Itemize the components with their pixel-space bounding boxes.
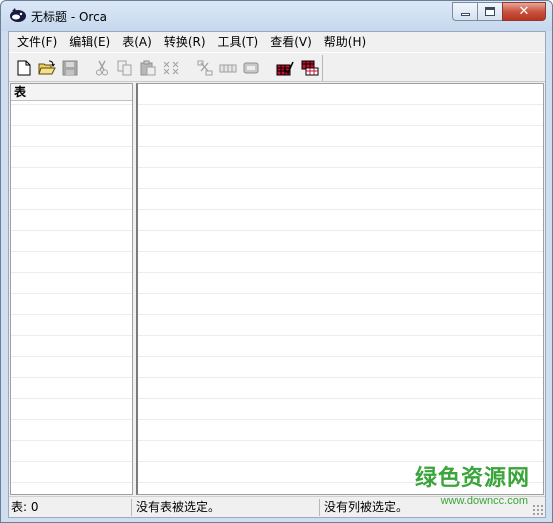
menu-file[interactable]: 文件(F)	[11, 32, 63, 52]
new-button[interactable]	[15, 59, 33, 77]
client-area: 文件(F) 编辑(E) 表(A) 转换(R) 工具(T) 查看(V) 帮助(H)	[8, 31, 546, 518]
merge-module-button[interactable]	[301, 59, 319, 77]
status-table-selection: 没有表被选定。	[134, 499, 320, 516]
maximize-button[interactable]	[477, 2, 503, 21]
title-bar[interactable]: 无标题 - Orca ✕	[1, 1, 552, 31]
caption-buttons: ✕	[452, 2, 546, 22]
orca-app-icon[interactable]	[9, 7, 27, 23]
watermark-url: www.downcc.com	[440, 495, 528, 507]
close-icon: ✕	[518, 4, 530, 19]
paste-special-icon	[163, 61, 179, 75]
validate-button[interactable]	[276, 59, 294, 77]
paste-button[interactable]	[139, 59, 157, 77]
new-document-icon	[17, 60, 31, 76]
paste-icon	[140, 60, 156, 76]
tables-list-pane[interactable]: 表	[10, 83, 133, 495]
cut-button[interactable]	[93, 59, 111, 77]
status-table-count: 表: 0	[9, 499, 132, 516]
toolbar-group	[11, 55, 323, 81]
merge-module-icon	[301, 60, 319, 76]
save-button[interactable]	[61, 59, 79, 77]
menu-tables[interactable]: 表(A)	[116, 32, 158, 52]
watermark-logo: 绿色资源网	[414, 466, 530, 491]
copy-icon	[117, 60, 132, 76]
open-button[interactable]	[38, 59, 56, 77]
table-grid-pane[interactable]	[136, 83, 544, 495]
menu-edit[interactable]: 编辑(E)	[63, 32, 116, 52]
table-cut-button[interactable]	[196, 59, 214, 77]
window-title: 无标题 - Orca	[31, 10, 108, 24]
save-disk-icon	[62, 60, 78, 76]
table-cut-icon	[197, 60, 213, 76]
close-button[interactable]: ✕	[502, 2, 546, 21]
maximize-icon	[485, 7, 495, 16]
tables-list-header[interactable]: 表	[11, 84, 132, 101]
minimize-icon	[460, 13, 470, 16]
minimize-button[interactable]	[452, 2, 478, 21]
orca-window: 无标题 - Orca ✕ 文件(F) 编辑(E) 表(A) 转换(R) 工具(T…	[0, 0, 553, 523]
menu-help[interactable]: 帮助(H)	[318, 32, 372, 52]
add-row-button[interactable]	[219, 59, 237, 77]
menu-view[interactable]: 查看(V)	[264, 32, 318, 52]
add-row-icon	[219, 64, 237, 73]
menu-transform[interactable]: 转换(R)	[158, 32, 212, 52]
copy-button[interactable]	[116, 59, 134, 77]
menu-tools[interactable]: 工具(T)	[212, 32, 265, 52]
menu-bar: 文件(F) 编辑(E) 表(A) 转换(R) 工具(T) 查看(V) 帮助(H)	[9, 32, 545, 52]
cut-icon	[96, 60, 108, 76]
validate-icon	[276, 61, 294, 76]
toolbar	[9, 52, 545, 82]
open-folder-icon	[38, 60, 56, 75]
paste-special-button[interactable]	[162, 59, 180, 77]
resize-grip-icon[interactable]	[532, 504, 544, 516]
table-edit-icon	[243, 62, 259, 74]
table-edit-button[interactable]	[242, 59, 260, 77]
